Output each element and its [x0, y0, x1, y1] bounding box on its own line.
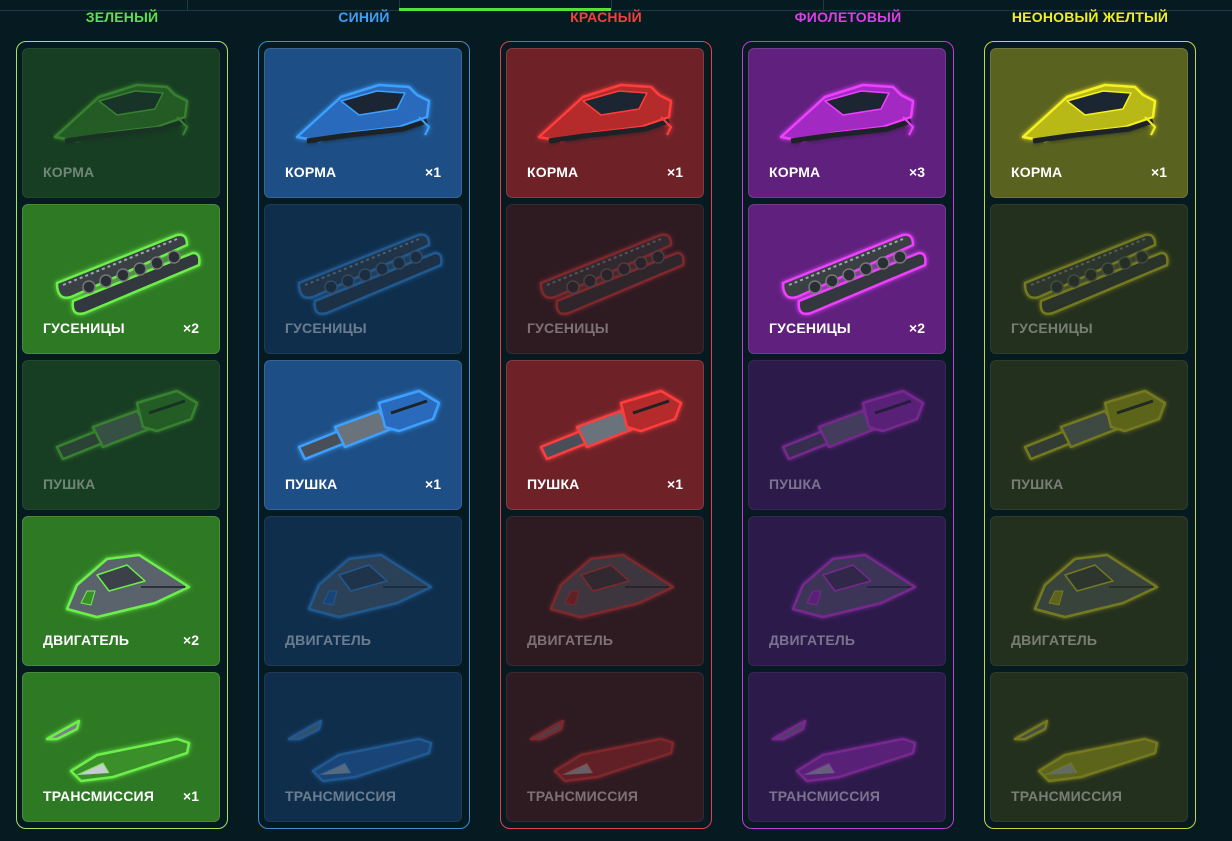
part-card-hull[interactable]: КОРМА ×1 [990, 48, 1188, 198]
part-card-transmission[interactable]: ТРАНСМИССИЯ [748, 672, 946, 822]
tracks-icon [763, 213, 933, 323]
engine-icon [1005, 525, 1175, 635]
part-count: ×2 [909, 320, 925, 336]
part-card-tracks[interactable]: ГУСЕНИЦЫ [506, 204, 704, 354]
hull-icon [763, 57, 933, 167]
transmission-icon [763, 681, 933, 791]
transmission-icon [1005, 681, 1175, 791]
hull-icon [37, 57, 207, 167]
engine-icon [521, 525, 691, 635]
part-label: ТРАНСМИССИЯ [769, 788, 881, 804]
part-label: ДВИГАТЕЛЬ [43, 632, 130, 648]
part-card-hull[interactable]: КОРМА [22, 48, 220, 198]
part-label: ГУСЕНИЦЫ [285, 320, 367, 336]
engine-icon [37, 525, 207, 635]
part-label: ПУШКА [285, 476, 338, 492]
column-title: ЗЕЛЕНЫЙ [85, 9, 159, 25]
part-label: КОРМА [43, 164, 95, 180]
part-card-cannon[interactable]: ПУШКА [990, 360, 1188, 510]
tracks-icon [521, 213, 691, 323]
part-card-hull[interactable]: КОРМА ×1 [506, 48, 704, 198]
part-card-engine[interactable]: ДВИГАТЕЛЬ [990, 516, 1188, 666]
part-label: ПУШКА [1011, 476, 1064, 492]
part-label: КОРМА [1011, 164, 1063, 180]
engine-icon [763, 525, 933, 635]
part-card-hull[interactable]: КОРМА ×1 [264, 48, 462, 198]
part-label: ПУШКА [769, 476, 822, 492]
column-title: ФИОЛЕТОВЫЙ [794, 9, 902, 25]
engine-icon [279, 525, 449, 635]
part-card-cannon[interactable]: ПУШКА [748, 360, 946, 510]
part-card-cannon[interactable]: ПУШКА ×1 [506, 360, 704, 510]
part-count: ×1 [425, 476, 441, 492]
part-count: ×2 [183, 320, 199, 336]
transmission-icon [279, 681, 449, 791]
cannon-icon [763, 369, 933, 479]
part-label: ТРАНСМИССИЯ [1011, 788, 1123, 804]
transmission-icon [521, 681, 691, 791]
part-label: КОРМА [527, 164, 579, 180]
part-card-tracks[interactable]: ГУСЕНИЦЫ [990, 204, 1188, 354]
part-label: ТРАНСМИССИЯ [527, 788, 639, 804]
cannon-icon [279, 369, 449, 479]
part-card-transmission[interactable]: ТРАНСМИССИЯ [990, 672, 1188, 822]
part-card-engine[interactable]: ДВИГАТЕЛЬ [264, 516, 462, 666]
part-label: ДВИГАТЕЛЬ [285, 632, 372, 648]
part-count: ×1 [667, 164, 683, 180]
part-card-tracks[interactable]: ГУСЕНИЦЫ [264, 204, 462, 354]
part-card-cannon[interactable]: ПУШКА ×1 [264, 360, 462, 510]
cannon-icon [1005, 369, 1175, 479]
hull-icon [279, 57, 449, 167]
part-label: КОРМА [285, 164, 337, 180]
part-count: ×1 [425, 164, 441, 180]
part-label: ДВИГАТЕЛЬ [1011, 632, 1098, 648]
column-title: КРАСНЫЙ [570, 9, 642, 25]
part-card-tracks[interactable]: ГУСЕНИЦЫ ×2 [22, 204, 220, 354]
part-label: ДВИГАТЕЛЬ [527, 632, 614, 648]
tracks-icon [1005, 213, 1175, 323]
part-count: ×2 [183, 632, 199, 648]
hull-icon [521, 57, 691, 167]
part-count: ×3 [909, 164, 925, 180]
cannon-icon [37, 369, 207, 479]
part-count: ×1 [1151, 164, 1167, 180]
part-label: ГУСЕНИЦЫ [527, 320, 609, 336]
part-count: ×1 [667, 476, 683, 492]
part-card-transmission[interactable]: ТРАНСМИССИЯ [264, 672, 462, 822]
tracks-icon [279, 213, 449, 323]
part-label: ТРАНСМИССИЯ [285, 788, 397, 804]
part-label: ДВИГАТЕЛЬ [769, 632, 856, 648]
transmission-icon [37, 681, 207, 791]
part-label: ТРАНСМИССИЯ [43, 788, 155, 804]
part-label: ПУШКА [527, 476, 580, 492]
part-card-hull[interactable]: КОРМА ×3 [748, 48, 946, 198]
column-title: НЕОНОВЫЙ ЖЕЛТЫЙ [1011, 9, 1169, 25]
part-label: КОРМА [769, 164, 821, 180]
part-label: ГУСЕНИЦЫ [1011, 320, 1093, 336]
part-card-engine[interactable]: ДВИГАТЕЛЬ [748, 516, 946, 666]
part-card-engine[interactable]: ДВИГАТЕЛЬ [506, 516, 704, 666]
tracks-icon [37, 213, 207, 323]
part-label: ГУСЕНИЦЫ [769, 320, 851, 336]
part-card-engine[interactable]: ДВИГАТЕЛЬ ×2 [22, 516, 220, 666]
part-card-tracks[interactable]: ГУСЕНИЦЫ ×2 [748, 204, 946, 354]
part-card-transmission[interactable]: ТРАНСМИССИЯ ×1 [22, 672, 220, 822]
part-count: ×1 [183, 788, 199, 804]
hull-icon [1005, 57, 1175, 167]
cannon-icon [521, 369, 691, 479]
part-card-cannon[interactable]: ПУШКА [22, 360, 220, 510]
part-label: ГУСЕНИЦЫ [43, 320, 125, 336]
part-label: ПУШКА [43, 476, 96, 492]
column-title: СИНИЙ [338, 9, 390, 25]
part-card-transmission[interactable]: ТРАНСМИССИЯ [506, 672, 704, 822]
